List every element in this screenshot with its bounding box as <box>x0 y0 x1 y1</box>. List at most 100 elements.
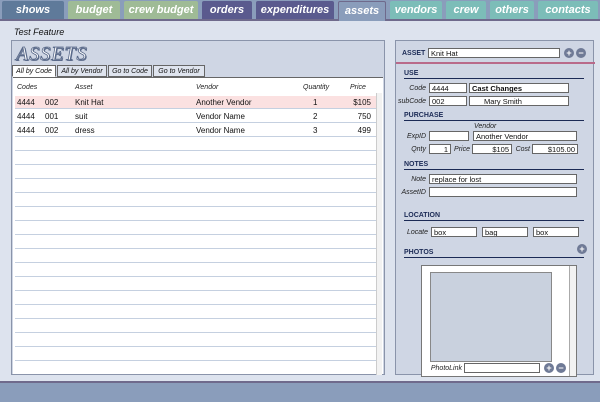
subtab-all-by-vendor[interactable]: All by Vendor <box>57 65 107 77</box>
table-row[interactable] <box>15 264 379 277</box>
table-row[interactable]: 4444 002 dress Vendor Name 3 499 <box>15 124 379 137</box>
vendor-label: Vendor <box>474 123 497 130</box>
asset-label: ASSET <box>402 50 426 57</box>
qnty-label: Qnty <box>411 146 426 153</box>
expid-field[interactable] <box>429 131 469 141</box>
asset-name-field[interactable]: Knit Hat <box>428 48 560 58</box>
row-quantity: 1 <box>313 98 318 107</box>
row-code: 4444 <box>17 98 35 107</box>
tab-budget[interactable]: budget <box>68 1 120 19</box>
subcode-name-field[interactable]: Mary Smith <box>469 96 569 106</box>
purchase-line <box>404 120 584 121</box>
row-subcode: 002 <box>45 98 59 107</box>
tab-crew-budget[interactable]: crew budget <box>124 1 198 19</box>
col-vendor: Vendor <box>196 84 219 91</box>
tab-assets[interactable]: assets <box>338 1 386 22</box>
subcode-field[interactable]: 002 <box>429 96 467 106</box>
col-asset: Asset <box>75 84 93 91</box>
vendor-field[interactable]: Another Vendor <box>473 131 577 141</box>
row-price: 499 <box>357 126 371 135</box>
subtab-go-to-code[interactable]: Go to Code <box>108 65 152 77</box>
photo-scrollbar[interactable] <box>569 266 576 376</box>
subtab-go-to-vendor[interactable]: Go to Vendor <box>153 65 205 77</box>
photolink-add-button[interactable]: + <box>544 363 554 373</box>
subtab-all-by-code[interactable]: All by Code <box>12 65 56 77</box>
locate-field-3[interactable]: box <box>533 227 579 237</box>
feature-title: Test Feature <box>14 27 65 37</box>
table-row[interactable] <box>15 166 379 179</box>
cost-label: Cost <box>515 146 530 153</box>
assets-title: ASSETS <box>16 43 88 66</box>
table-row[interactable] <box>15 292 379 305</box>
row-vendor: Vendor Name <box>196 126 245 135</box>
table-row[interactable] <box>15 222 379 235</box>
photos-header: PHOTOS <box>404 249 434 256</box>
tab-others[interactable]: others <box>490 1 534 19</box>
tab-vendors[interactable]: vendors <box>390 1 442 19</box>
row-asset: Knit Hat <box>75 98 104 107</box>
cost-field[interactable]: $105.00 <box>532 144 578 154</box>
table-row[interactable] <box>15 250 379 263</box>
add-asset-button[interactable]: + <box>564 48 574 58</box>
table-row[interactable] <box>15 138 379 151</box>
assetid-label: AssetID <box>401 189 426 196</box>
locate-field-2[interactable]: bag <box>482 227 528 237</box>
assetid-field[interactable] <box>429 187 577 197</box>
row-subcode: 001 <box>45 112 59 121</box>
tab-orders[interactable]: orders <box>202 1 252 19</box>
purchase-header: PURCHASE <box>404 112 444 119</box>
table-row[interactable] <box>15 278 379 291</box>
price-label: Price <box>454 146 470 153</box>
price-field[interactable]: $105 <box>472 144 512 154</box>
tab-crew[interactable]: crew <box>446 1 486 19</box>
photo-image[interactable] <box>430 272 552 362</box>
table-row[interactable] <box>15 180 379 193</box>
add-photo-button[interactable]: + <box>577 244 587 254</box>
main-area: Test Feature ASSETS All by Code All by V… <box>0 21 600 381</box>
photo-frame: PhotoLink + − <box>421 265 577 377</box>
col-price: Price <box>350 84 366 91</box>
bottom-bar <box>0 381 600 402</box>
photolink-remove-button[interactable]: − <box>556 363 566 373</box>
assets-list-panel: ASSETS All by Code All by Vendor Go to C… <box>11 40 385 375</box>
photolink-label: PhotoLink <box>430 365 462 372</box>
code-label: Code <box>409 85 426 92</box>
row-asset: dress <box>75 126 95 135</box>
photolink-field[interactable] <box>464 363 540 373</box>
tab-expenditures[interactable]: expenditures <box>256 1 334 19</box>
row-code: 4444 <box>17 126 35 135</box>
code-field[interactable]: 4444 <box>429 83 467 93</box>
table-scrollbar[interactable] <box>376 93 382 375</box>
locate-field-1[interactable]: box <box>431 227 477 237</box>
divider <box>396 62 595 64</box>
table-row[interactable] <box>15 306 379 319</box>
use-line <box>404 78 584 79</box>
table-row[interactable] <box>15 152 379 165</box>
table-row[interactable] <box>15 320 379 333</box>
remove-asset-button[interactable]: − <box>576 48 586 58</box>
table-row[interactable] <box>15 348 379 361</box>
top-nav: shows budget crew budget orders expendit… <box>0 0 600 22</box>
table-row[interactable] <box>15 236 379 249</box>
row-vendor: Another Vendor <box>196 98 252 107</box>
tab-shows[interactable]: shows <box>2 1 64 19</box>
row-quantity: 2 <box>313 112 318 121</box>
table-row[interactable] <box>15 208 379 221</box>
photos-line <box>404 257 584 258</box>
expid-label: ExpID <box>406 133 426 140</box>
row-code: 4444 <box>17 112 35 121</box>
row-quantity: 3 <box>313 126 318 135</box>
table-row[interactable] <box>15 334 379 347</box>
table-row[interactable]: 4444 001 suit Vendor Name 2 750 <box>15 110 379 123</box>
table-row[interactable] <box>15 194 379 207</box>
row-price: $105 <box>353 98 371 107</box>
col-quantity: Quantity <box>303 84 330 91</box>
code-name-field[interactable]: Cast Changes <box>469 83 569 93</box>
qnty-field[interactable]: 1 <box>429 144 451 154</box>
col-codes: Codes <box>17 84 38 91</box>
location-line <box>404 220 584 221</box>
notes-line <box>404 169 584 170</box>
note-field[interactable]: replace for lost <box>429 174 577 184</box>
table-row[interactable]: 4444 002 Knit Hat Another Vendor 1 $105 <box>15 96 379 109</box>
tab-contacts[interactable]: contacts <box>538 1 598 19</box>
